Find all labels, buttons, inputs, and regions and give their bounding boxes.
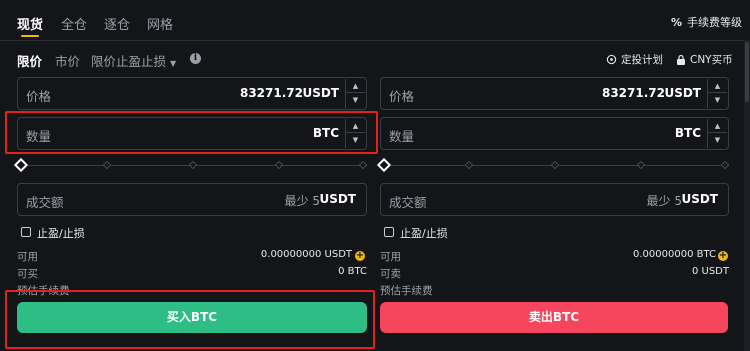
buy-price-value: 83271.72 [239,86,303,100]
buy-tpsl-checkbox[interactable] [21,227,31,237]
sell-quantity-label: 数量 [389,129,415,144]
order-type-limit[interactable]: 限价 [17,51,42,70]
buy-slider-thumb[interactable] [13,157,29,173]
buy-tpsl-label[interactable]: 止盈/止损 [37,225,85,241]
sell-slider-mark-75[interactable] [636,160,646,170]
add-funds-icon[interactable]: + [718,251,728,261]
buy-total-hint: 最少 5 [284,194,320,208]
buy-available-label: 可用 [17,251,38,263]
sell-can-sell-label: 可卖 [380,268,401,280]
tab-isolated[interactable]: 逐仓 [104,14,130,33]
increment-icon[interactable]: ▲ [346,79,365,93]
sell-slider-mark-25[interactable] [464,160,474,170]
highlight-box-quantity [5,111,378,154]
tab-cross[interactable]: 全仓 [61,14,87,33]
order-type-tpsl[interactable]: 限价止盈止损 ▼ [91,51,176,70]
add-funds-icon[interactable]: + [355,251,365,261]
sell-total-field[interactable]: 成交额 最少 5 USDT [380,183,729,216]
increment-icon[interactable]: ▲ [708,79,727,93]
buy-can-buy-value: 0 BTC [338,266,367,277]
buy-slider-mark-75[interactable] [274,160,284,170]
sell-can-sell-value: 0 USDT [691,266,729,277]
fee-level-label: 手续费等级 [687,16,742,29]
sell-total-hint: 最少 5 [646,194,682,208]
sell-price-value: 83271.72 [601,86,665,100]
highlight-box-buy-button [5,290,375,349]
sell-quantity-stepper[interactable]: ▲ ▼ [707,119,727,148]
buy-total-label: 成交额 [26,195,64,210]
buy-price-field[interactable]: 价格 83271.72 USDT ▲ ▼ [17,77,367,110]
scrollbar[interactable] [744,40,750,351]
recurring-plan-label: 定投计划 [621,54,663,66]
buy-slider-mark-100[interactable] [358,160,368,170]
buy-price-unit: USDT [302,86,339,100]
sell-price-label: 价格 [389,89,415,104]
buy-available-value: 0.00000000 USDT [260,249,352,260]
order-type-tpsl-label: 限价止盈止损 [91,54,167,69]
sell-quantity-unit: BTC [674,126,701,140]
sell-tpsl-label[interactable]: 止盈/止损 [400,225,448,241]
fee-level-link[interactable]: % 手续费等级 [671,14,742,30]
buy-can-buy-label: 可买 [17,268,38,280]
tab-grid[interactable]: 网格 [147,14,173,33]
increment-icon[interactable]: ▲ [708,119,727,133]
buy-total-field[interactable]: 成交额 最少 5 USDT [17,183,367,216]
buy-price-stepper[interactable]: ▲ ▼ [345,79,365,108]
sell-available-value: 0.00000000 BTC [633,249,716,260]
sell-price-unit: USDT [664,86,701,100]
sell-quantity-field[interactable]: 数量 BTC ▲ ▼ [380,117,729,150]
scrollbar-thumb[interactable] [745,42,749,102]
buy-total-unit: USDT [319,192,356,206]
recurring-icon [606,54,617,65]
buy-price-label: 价格 [26,89,52,104]
buy-slider-mark-25[interactable] [102,160,112,170]
percent-icon: % [670,15,682,29]
order-type-market[interactable]: 市价 [55,51,80,70]
sell-price-stepper[interactable]: ▲ ▼ [707,79,727,108]
tab-spot[interactable]: 现货 [17,14,43,33]
sell-tpsl-checkbox[interactable] [384,227,394,237]
sell-total-label: 成交额 [389,195,427,210]
sell-slider-thumb[interactable] [376,157,392,173]
caret-down-icon: ▼ [170,59,177,68]
decrement-icon[interactable]: ▼ [708,133,727,147]
sell-available-label: 可用 [380,251,401,263]
sell-slider-mark-50[interactable] [550,160,560,170]
cny-buy-label: CNY买币 [690,54,733,66]
header-divider [0,40,750,41]
recurring-plan-link[interactable]: 定投计划 [606,52,663,67]
decrement-icon[interactable]: ▼ [708,93,727,107]
sell-total-unit: USDT [681,192,718,206]
sell-slider-mark-100[interactable] [720,160,730,170]
active-tab-indicator [21,35,39,37]
sell-button[interactable]: 卖出BTC [380,302,728,333]
sell-price-field[interactable]: 价格 83271.72 USDT ▲ ▼ [380,77,729,110]
decrement-icon[interactable]: ▼ [346,93,365,107]
cny-buy-link[interactable]: CNY买币 [676,52,733,67]
buy-slider-mark-50[interactable] [188,160,198,170]
info-icon[interactable]: i [190,53,201,64]
lock-icon [677,54,685,65]
sell-fee-label: 预估手续费 [380,285,433,297]
